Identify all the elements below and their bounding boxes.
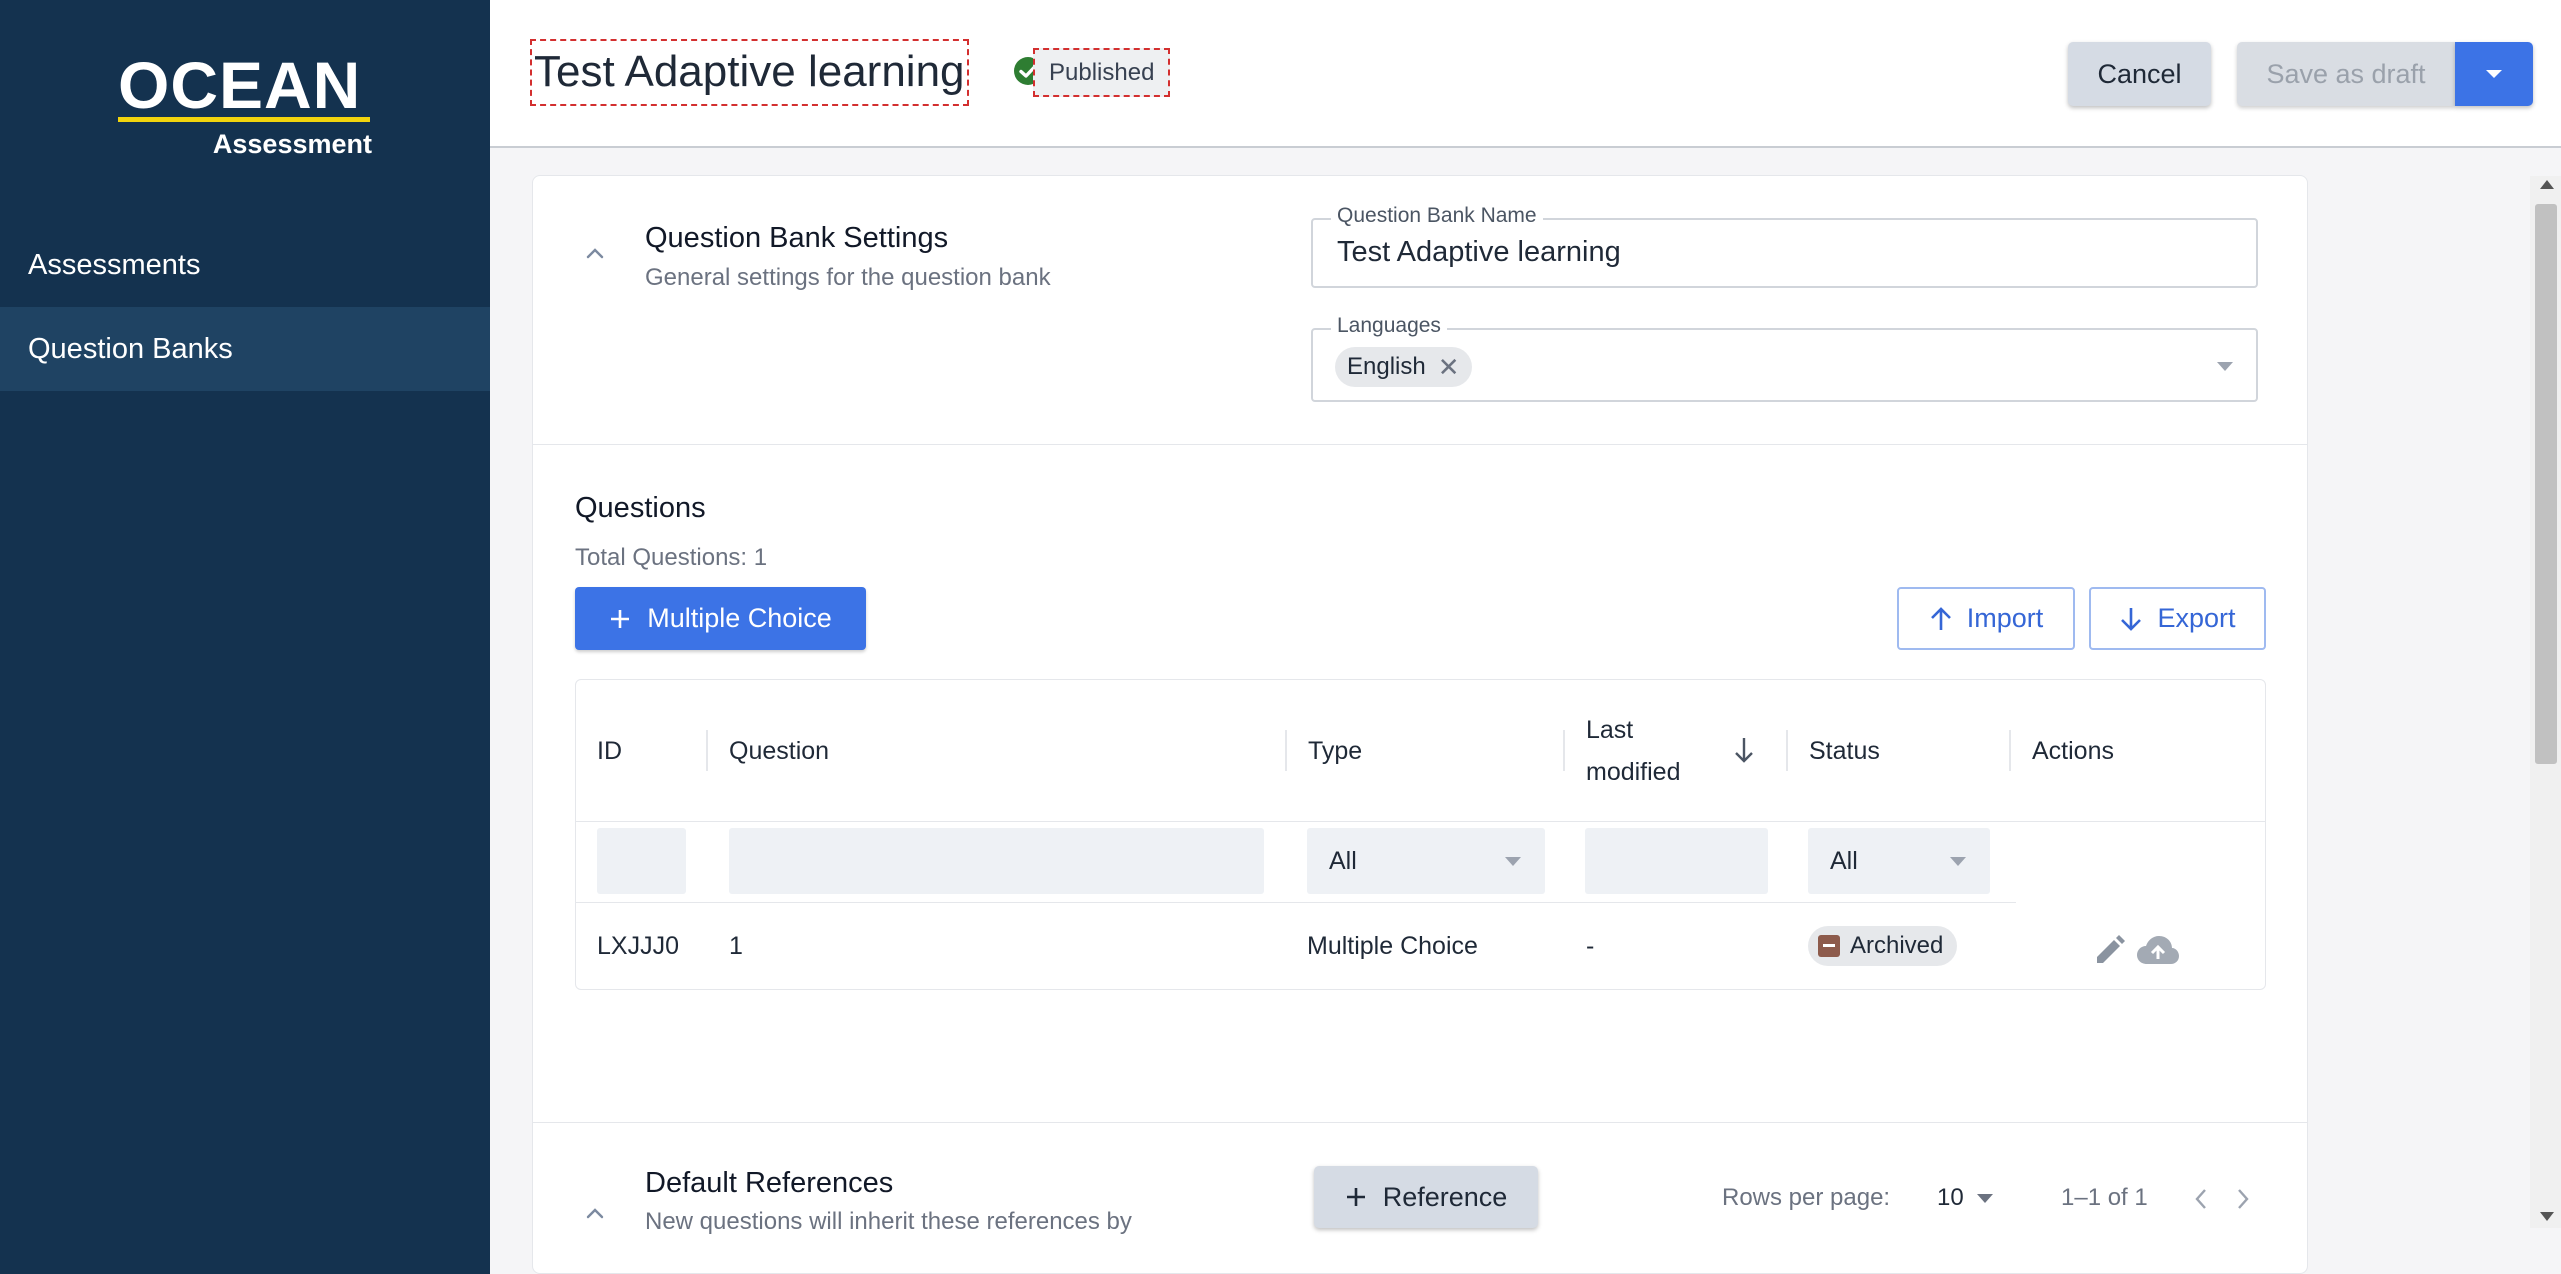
page-title: Test Adaptive learning xyxy=(530,39,969,106)
rows-per-page-value: 10 xyxy=(1937,1184,1964,1211)
remove-chip-icon[interactable]: ✕ xyxy=(1438,354,1460,380)
rows-per-page-select[interactable]: 10 xyxy=(1937,1178,1993,1218)
plus-icon xyxy=(611,609,630,628)
logo-underline xyxy=(118,117,370,122)
languages-select[interactable]: Languages English ✕ xyxy=(1311,313,2258,402)
dropdown-caret-icon xyxy=(1977,1194,1993,1203)
scroll-down-arrow-icon[interactable] xyxy=(2540,1212,2554,1221)
questions-table: ID Question Type Last modified Status Ac… xyxy=(575,679,2266,990)
section-divider xyxy=(533,444,2307,445)
references-subtitle: New questions will inherit these referen… xyxy=(645,1208,1132,1235)
dropdown-caret-icon xyxy=(1505,857,1521,866)
cell-type: Multiple Choice xyxy=(1307,931,1478,960)
import-label: Import xyxy=(1966,603,2044,633)
dropdown-caret-icon xyxy=(1950,857,1966,866)
question-bank-card: Question Bank Settings General settings … xyxy=(532,175,2308,1274)
column-header-last-modified-line2: modified xyxy=(1586,757,1681,786)
last-modified-filter-input[interactable] xyxy=(1585,828,1768,894)
cell-question[interactable]: 1 xyxy=(729,902,743,990)
page-header: Test Adaptive learning Published Cancel … xyxy=(490,0,2561,148)
scroll-up-arrow-icon[interactable] xyxy=(2540,180,2554,189)
settings-subtitle: General settings for the question bank xyxy=(645,264,1051,291)
export-label: Export xyxy=(2157,603,2236,633)
rows-per-page-label: Rows per page: xyxy=(1722,1184,1891,1211)
export-button[interactable]: Export xyxy=(2089,587,2266,650)
sidebar-item-label: Assessments xyxy=(28,248,201,281)
archive-icon xyxy=(1818,935,1840,957)
logo-wordmark: OCEAN xyxy=(118,48,362,122)
question-bank-name-field[interactable]: Question Bank Name Test Adaptive learnin… xyxy=(1311,203,2258,288)
collapse-settings-chevron-icon[interactable] xyxy=(585,244,605,264)
column-header-actions: Actions xyxy=(2032,736,2114,765)
column-separator[interactable] xyxy=(706,730,708,771)
edit-pencil-icon[interactable] xyxy=(2092,934,2126,968)
type-filter-select[interactable]: All xyxy=(1307,828,1545,894)
add-multiple-choice-label: Multiple Choice xyxy=(647,603,832,633)
save-as-draft-button[interactable]: Save as draft xyxy=(2237,42,2455,106)
arrow-down-icon xyxy=(2121,607,2142,631)
language-chip[interactable]: English ✕ xyxy=(1335,347,1472,387)
column-header-last-modified-line1: Last xyxy=(1586,715,1634,744)
sidebar-nav: Assessments Question Banks xyxy=(0,223,490,391)
plus-icon xyxy=(1346,1188,1365,1206)
column-separator[interactable] xyxy=(1563,730,1565,771)
references-title: Default References xyxy=(645,1167,894,1199)
cell-id: LXJJJ0 xyxy=(597,931,679,960)
status-filter-value: All xyxy=(1830,846,1858,875)
ocean-logo[interactable]: OCEAN Assessment xyxy=(118,52,372,162)
import-button[interactable]: Import xyxy=(1897,587,2075,650)
question-bank-name-value: Test Adaptive learning xyxy=(1337,236,1621,268)
add-multiple-choice-button[interactable]: Multiple Choice xyxy=(575,587,866,650)
column-header-status[interactable]: Status xyxy=(1809,680,1880,821)
questions-total: Total Questions: 1 xyxy=(575,544,768,571)
questions-title: Questions xyxy=(575,492,706,524)
caret-down-icon xyxy=(2486,70,2502,78)
languages-label: Languages xyxy=(1331,313,1447,339)
column-separator[interactable] xyxy=(1786,730,1788,771)
add-reference-label: Reference xyxy=(1382,1181,1508,1212)
column-header-last-modified[interactable]: Last modified xyxy=(1586,680,1681,821)
column-header-type[interactable]: Type xyxy=(1308,680,1362,821)
collapse-references-chevron-icon[interactable] xyxy=(585,1204,605,1224)
filter-row-divider xyxy=(576,902,2016,903)
add-reference-button[interactable]: Reference xyxy=(1314,1166,1538,1228)
app: OCEAN Assessment Assessments Question Ba… xyxy=(0,0,2561,1274)
sort-descending-icon[interactable] xyxy=(1733,736,1755,764)
next-page-icon[interactable] xyxy=(2235,1187,2251,1211)
status-badge-archived: Archived xyxy=(1808,926,1958,966)
sidebar-item-assessments[interactable]: Assessments xyxy=(0,223,490,307)
question-filter-input[interactable] xyxy=(729,828,1264,894)
status-badge-label: Archived xyxy=(1850,932,1944,959)
column-separator[interactable] xyxy=(1285,730,1287,771)
previous-page-icon[interactable] xyxy=(2193,1187,2209,1211)
save-options-dropdown-button[interactable] xyxy=(2455,42,2533,106)
arrow-up-icon xyxy=(1930,606,1951,630)
column-header-question[interactable]: Question xyxy=(729,680,829,821)
settings-title: Question Bank Settings xyxy=(645,222,949,254)
status-badge: Published xyxy=(1033,48,1171,97)
dropdown-caret-icon[interactable] xyxy=(2217,362,2233,371)
column-separator[interactable] xyxy=(2009,730,2011,771)
type-filter-value: All xyxy=(1329,846,1357,875)
id-filter-input[interactable] xyxy=(597,828,686,894)
status-filter-select[interactable]: All xyxy=(1808,828,1990,894)
sidebar: OCEAN Assessment Assessments Question Ba… xyxy=(0,0,490,1274)
column-header-id[interactable]: ID xyxy=(597,680,622,821)
question-bank-name-label: Question Bank Name xyxy=(1331,203,1543,229)
cloud-upload-icon[interactable] xyxy=(2136,934,2180,966)
section-divider xyxy=(533,1122,2307,1123)
logo-subtitle: Assessment xyxy=(212,129,372,159)
scrollbar-thumb[interactable] xyxy=(2535,204,2557,764)
language-chip-label: English xyxy=(1347,353,1426,380)
cancel-button[interactable]: Cancel xyxy=(2068,42,2211,106)
cell-last-modified: - xyxy=(1586,931,1595,960)
sidebar-item-question-banks[interactable]: Question Banks xyxy=(0,307,490,391)
sidebar-item-label: Question Banks xyxy=(28,332,233,365)
pagination-range: 1–1 of 1 xyxy=(2061,1184,2148,1211)
table-header-divider xyxy=(576,821,2265,822)
